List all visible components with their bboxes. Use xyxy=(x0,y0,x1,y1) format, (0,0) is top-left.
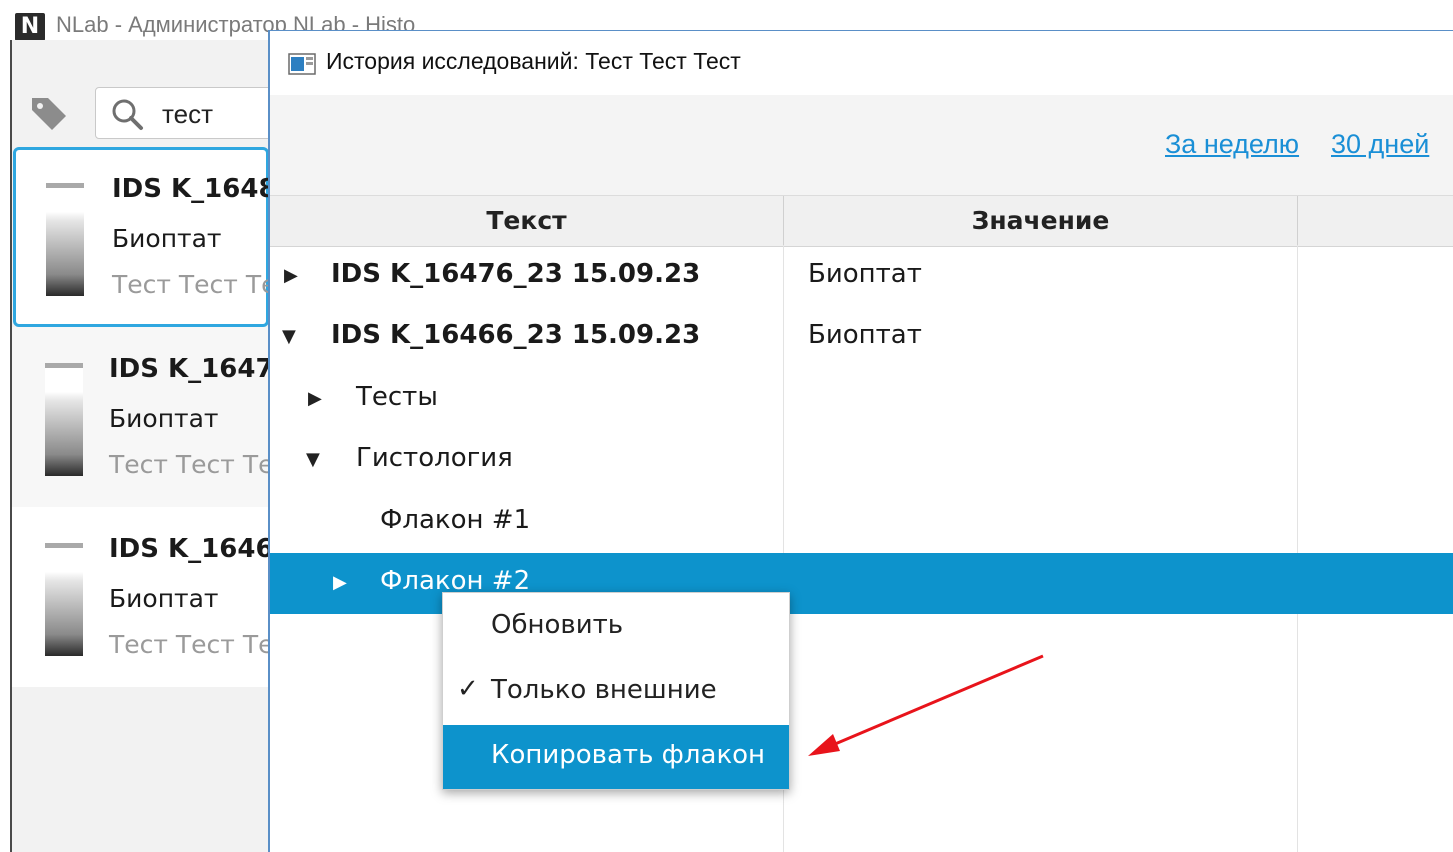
tree-row[interactable]: Флакон #1 xyxy=(270,492,1453,553)
sample-id: IDS K_1647 xyxy=(109,354,274,384)
row-text: IDS K_16476_23 15.09.23 xyxy=(331,259,701,289)
row-value: Биоптат xyxy=(808,320,922,350)
tube-icon xyxy=(45,363,83,476)
sample-type: Биоптат xyxy=(112,224,222,253)
link-30-days[interactable]: 30 дней xyxy=(1331,129,1429,160)
sample-type: Биоптат xyxy=(109,584,219,613)
tag-icon[interactable] xyxy=(30,96,70,132)
annotation-arrow-icon xyxy=(808,654,1044,756)
dialog-title-bar: История исследований: Тест Тест Тест xyxy=(270,31,1453,95)
menu-item-refresh[interactable]: Обновить xyxy=(443,595,789,659)
sample-id: IDS K_1648 xyxy=(112,174,277,204)
tree-row[interactable]: ▼ IDS K_16466_23 15.09.23 Биоптат xyxy=(270,307,1453,368)
context-menu: Обновить ✓ Только внешние Копировать фла… xyxy=(442,592,790,790)
window-icon xyxy=(288,53,316,75)
sample-type: Биоптат xyxy=(109,404,219,433)
tube-icon xyxy=(45,543,83,656)
expand-arrow-icon[interactable]: ▶ xyxy=(284,265,298,286)
sample-card[interactable]: IDS K_1648 Биоптат Тест Тест Те xyxy=(13,147,277,327)
row-value: Биоптат xyxy=(808,259,922,289)
app-logo-icon: N xyxy=(15,13,45,41)
link-week[interactable]: За неделю xyxy=(1165,129,1299,160)
expand-arrow-icon[interactable]: ▶ xyxy=(333,572,347,593)
tree-row[interactable]: ▶ IDS K_16476_23 15.09.23 Биоптат xyxy=(270,246,1453,307)
collapse-arrow-icon[interactable]: ▼ xyxy=(282,326,296,347)
search-value: тест xyxy=(162,99,213,129)
menu-item-label: Обновить xyxy=(491,610,624,640)
row-text: IDS K_16466_23 15.09.23 xyxy=(331,320,701,350)
tree-row[interactable]: ▶ Тесты xyxy=(270,369,1453,430)
column-header-value[interactable]: Значение xyxy=(784,196,1298,246)
row-text: Тесты xyxy=(356,382,438,412)
column-header-text[interactable]: Текст xyxy=(270,196,784,246)
menu-item-only-external[interactable]: ✓ Только внешние xyxy=(443,660,789,724)
row-text: Гистология xyxy=(356,443,513,473)
collapse-arrow-icon[interactable]: ▼ xyxy=(306,449,320,470)
sample-card[interactable]: IDS K_1646 Биоптат Тест Тест Те xyxy=(12,507,274,687)
sample-card[interactable]: IDS K_1647 Биоптат Тест Тест Те xyxy=(12,327,274,507)
menu-item-label: Только внешние xyxy=(491,675,717,705)
menu-item-copy-vial[interactable]: Копировать флакон xyxy=(443,725,789,789)
period-toolbar: За неделю 30 дней xyxy=(270,95,1453,195)
checkmark-icon: ✓ xyxy=(457,674,479,704)
menu-item-label: Копировать флакон xyxy=(491,740,766,770)
table-header: Текст Значение xyxy=(270,195,1453,247)
sample-patient: Тест Тест Те xyxy=(109,630,274,659)
sample-id: IDS K_1646 xyxy=(109,534,274,564)
dialog-title: История исследований: Тест Тест Тест xyxy=(326,48,741,74)
search-input[interactable]: тест xyxy=(95,87,297,139)
column-header-extra[interactable] xyxy=(1298,196,1453,246)
tree-row[interactable]: ▼ Гистология xyxy=(270,430,1453,491)
row-text: Флакон #1 xyxy=(380,505,531,535)
tube-icon xyxy=(46,183,84,296)
sample-patient: Тест Тест Те xyxy=(112,270,277,299)
sample-patient: Тест Тест Те xyxy=(109,450,274,479)
search-icon xyxy=(112,99,143,130)
expand-arrow-icon[interactable]: ▶ xyxy=(308,388,322,409)
